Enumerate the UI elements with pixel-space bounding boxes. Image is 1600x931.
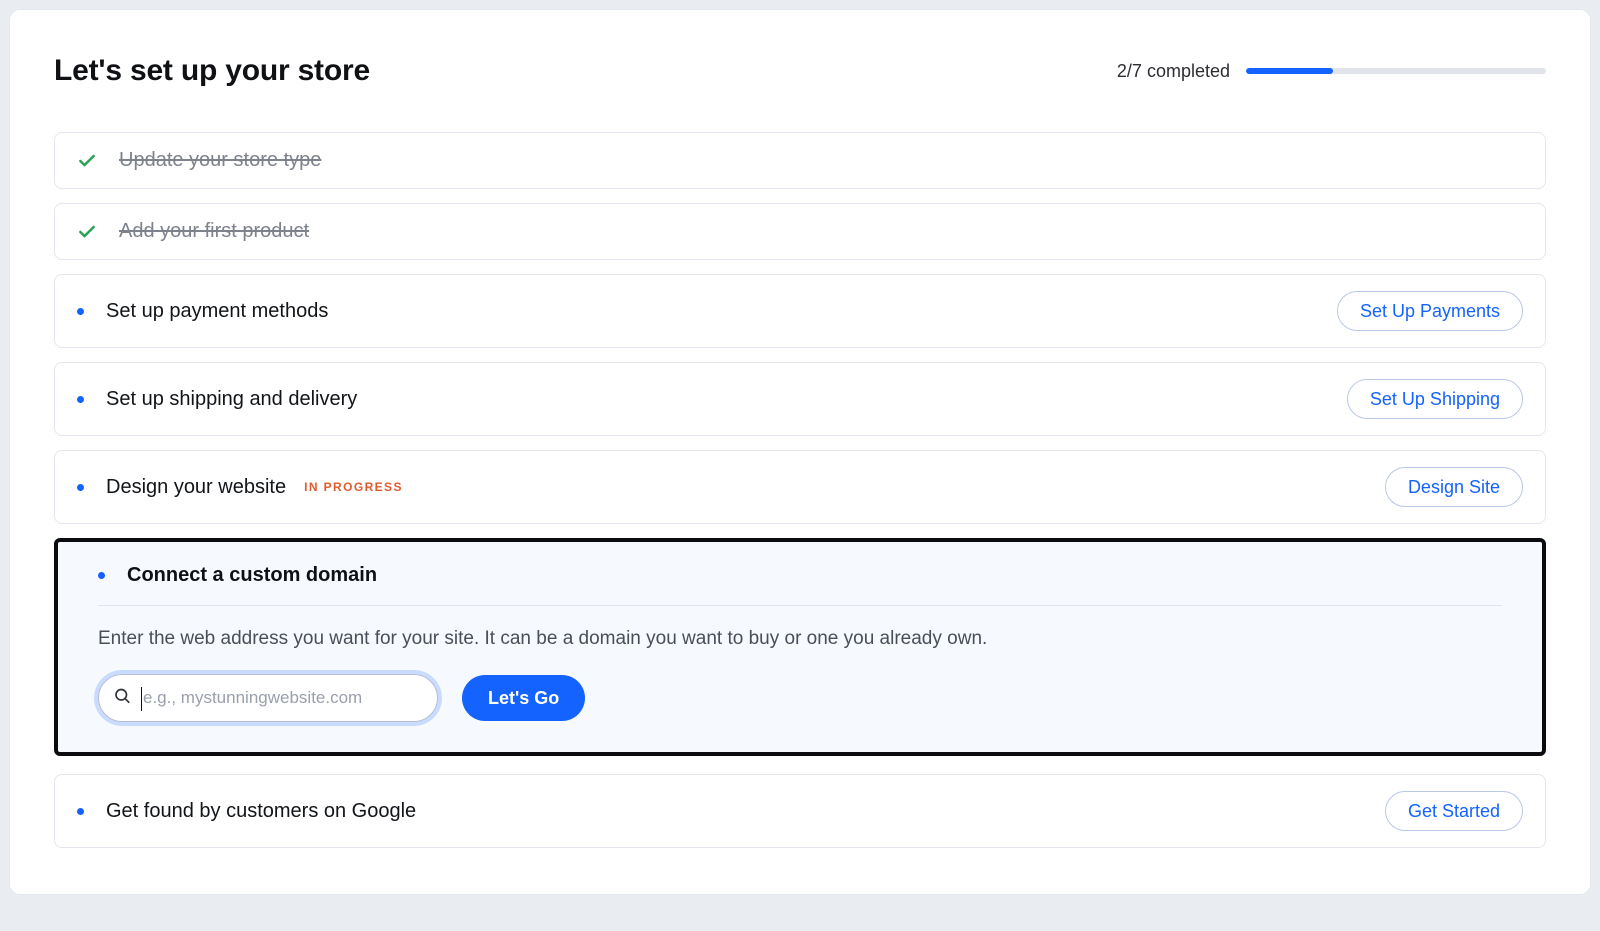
domain-input-wrap[interactable] — [98, 674, 438, 722]
check-icon — [77, 222, 97, 242]
design-site-button[interactable]: Design Site — [1385, 467, 1523, 507]
header-row: Let's set up your store 2/7 completed — [54, 54, 1546, 88]
text-caret-icon — [141, 687, 142, 711]
setup-payments-button[interactable]: Set Up Payments — [1337, 291, 1523, 331]
task-row-add-first-product[interactable]: Add your first product — [54, 203, 1546, 260]
progress-text: 2/7 completed — [1117, 61, 1230, 82]
task-left: Design your website IN PROGRESS — [77, 476, 1365, 499]
bullet-dot-icon — [77, 308, 84, 315]
task-label-wrap: Design your website IN PROGRESS — [106, 476, 403, 499]
task-row-custom-domain: Connect a custom domain Enter the web ad… — [54, 538, 1546, 756]
domain-search-input[interactable] — [143, 675, 423, 721]
task-label: Set up shipping and delivery — [106, 388, 357, 411]
task-row-google[interactable]: Get found by customers on Google Get Sta… — [54, 774, 1546, 848]
task-row-update-store-type[interactable]: Update your store type — [54, 132, 1546, 189]
expanded-body: Enter the web address you want for your … — [98, 628, 1502, 722]
progress-track — [1246, 68, 1546, 74]
task-left: Set up shipping and delivery — [77, 388, 1327, 411]
task-left: Set up payment methods — [77, 300, 1317, 323]
setup-panel: Let's set up your store 2/7 completed Up… — [10, 10, 1590, 894]
check-icon — [77, 151, 97, 171]
task-row-shipping[interactable]: Set up shipping and delivery Set Up Ship… — [54, 362, 1546, 436]
domain-row: Let's Go — [98, 674, 1502, 722]
task-label: Design your website — [106, 476, 286, 499]
expanded-header: Connect a custom domain — [98, 564, 1502, 606]
in-progress-badge: IN PROGRESS — [304, 480, 403, 494]
task-label: Connect a custom domain — [127, 564, 377, 587]
bullet-dot-icon — [98, 572, 105, 579]
domain-help-text: Enter the web address you want for your … — [98, 628, 1502, 650]
get-started-button[interactable]: Get Started — [1385, 791, 1523, 831]
task-label: Set up payment methods — [106, 300, 328, 323]
task-row-design[interactable]: Design your website IN PROGRESS Design S… — [54, 450, 1546, 524]
page-title: Let's set up your store — [54, 54, 370, 88]
task-row-payments[interactable]: Set up payment methods Set Up Payments — [54, 274, 1546, 348]
task-left: Update your store type — [77, 149, 1523, 172]
setup-shipping-button[interactable]: Set Up Shipping — [1347, 379, 1523, 419]
task-label: Add your first product — [119, 220, 309, 243]
task-left: Add your first product — [77, 220, 1523, 243]
bullet-dot-icon — [77, 808, 84, 815]
bullet-dot-icon — [77, 396, 84, 403]
bullet-dot-icon — [77, 484, 84, 491]
lets-go-button[interactable]: Let's Go — [462, 675, 585, 721]
task-left: Get found by customers on Google — [77, 800, 1365, 823]
task-label: Get found by customers on Google — [106, 800, 416, 823]
search-icon — [113, 687, 131, 710]
task-label: Update your store type — [119, 149, 321, 172]
progress-fill — [1246, 68, 1333, 74]
progress-wrap: 2/7 completed — [1117, 61, 1546, 82]
